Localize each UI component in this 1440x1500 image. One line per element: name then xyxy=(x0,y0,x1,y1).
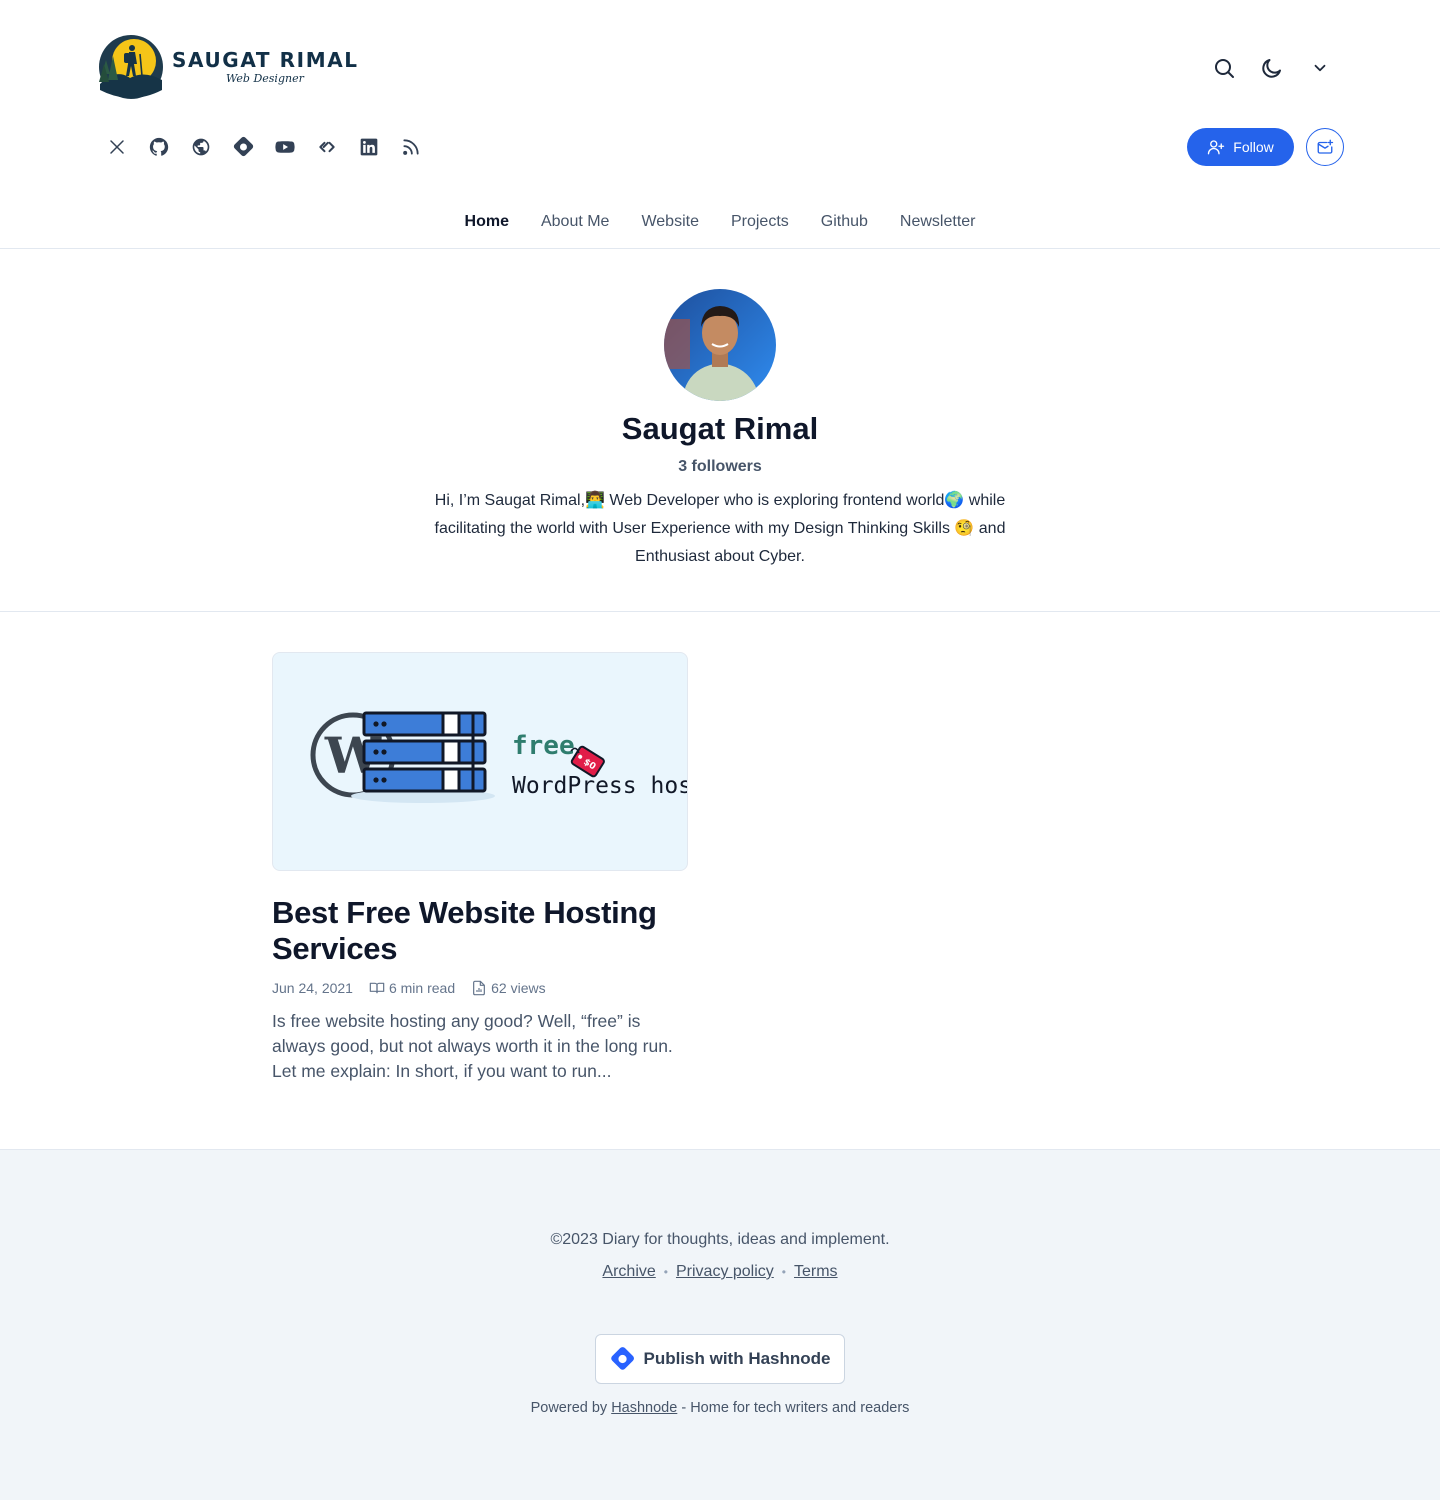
nav-item-about-me[interactable]: About Me xyxy=(541,206,609,238)
archive-link[interactable]: Archive xyxy=(602,1263,655,1281)
youtube-link[interactable] xyxy=(264,126,306,168)
hashnode-icon xyxy=(611,1347,635,1370)
globe-icon xyxy=(192,138,210,156)
powered-prefix: Powered by xyxy=(530,1400,608,1416)
author-profile: Saugat Rimal 3 followers Hi, I’m Saugat … xyxy=(0,249,1440,612)
blog-header: SAUGAT RIMAL Web Designer Follow Home Ab… xyxy=(0,0,1440,249)
theme-toggle-button[interactable] xyxy=(1256,48,1288,88)
blog-logo[interactable]: SAUGAT RIMAL Web Designer xyxy=(96,34,359,100)
terms-link[interactable]: Terms xyxy=(794,1263,838,1281)
newsletter-subscribe-button[interactable] xyxy=(1306,128,1344,166)
nav-item-projects[interactable]: Projects xyxy=(731,206,789,238)
mail-plus-icon xyxy=(1317,139,1334,154)
avatar[interactable] xyxy=(664,289,776,401)
hiker-logo-icon xyxy=(99,35,163,99)
linkedin-link[interactable] xyxy=(348,126,390,168)
nav-item-newsletter[interactable]: Newsletter xyxy=(900,206,976,238)
privacy-policy-link[interactable]: Privacy policy xyxy=(676,1263,774,1281)
logo-subtitle: Web Designer xyxy=(226,72,304,85)
follow-actions: Follow xyxy=(1187,128,1344,166)
rss-icon xyxy=(403,139,419,155)
x-twitter-icon xyxy=(110,140,124,154)
footer: ©2023 Diary for thoughts, ideas and impl… xyxy=(0,1150,1440,1500)
account-menu-button[interactable] xyxy=(1304,48,1336,88)
twitter-link[interactable] xyxy=(96,126,138,168)
logo-title: SAUGAT RIMAL xyxy=(172,48,359,72)
hashnode-icon xyxy=(233,136,254,157)
separator-dot: • xyxy=(663,1265,668,1279)
publish-with-hashnode-button[interactable]: Publish with Hashnode xyxy=(595,1334,845,1384)
book-open-icon xyxy=(369,982,385,994)
moon-icon xyxy=(1262,59,1281,78)
linkedin-icon xyxy=(360,138,378,156)
social-links xyxy=(96,126,432,168)
youtube-icon xyxy=(275,141,295,153)
read-time: 6 min read xyxy=(369,980,455,996)
post-cover-image[interactable]: W free WordPress hos $0 xyxy=(272,652,688,871)
hashnode-link[interactable] xyxy=(222,126,264,168)
footer-links: Archive • Privacy policy • Terms xyxy=(0,1263,1440,1281)
powered-suffix: - Home for tech writers and readers xyxy=(681,1400,910,1416)
follow-label: Follow xyxy=(1233,139,1274,155)
view-count: 62 views xyxy=(471,980,546,996)
nav-item-website[interactable]: Website xyxy=(641,206,699,238)
followers-count[interactable]: 3 followers xyxy=(0,458,1440,476)
main-nav: Home About Me Website Projects Github Ne… xyxy=(0,206,1440,238)
chevron-down-icon xyxy=(1314,64,1326,72)
dailydev-link[interactable] xyxy=(306,126,348,168)
github-icon xyxy=(149,137,169,156)
github-link[interactable] xyxy=(138,126,180,168)
post-date: Jun 24, 2021 xyxy=(272,980,353,996)
wordpress-hosting-illustration: W free WordPress hos $0 xyxy=(310,711,688,803)
nav-item-home[interactable]: Home xyxy=(465,206,509,238)
website-link[interactable] xyxy=(180,126,222,168)
author-name: Saugat Rimal xyxy=(621,411,819,446)
post-list: W free WordPress hos $0 Best Free Websit… xyxy=(0,612,1440,1150)
view-count-label: 62 views xyxy=(491,980,546,996)
rss-link[interactable] xyxy=(390,126,432,168)
user-plus-icon xyxy=(1208,140,1225,155)
publish-label: Publish with Hashnode xyxy=(643,1349,831,1368)
nav-item-github[interactable]: Github xyxy=(821,206,868,238)
separator-dot: • xyxy=(781,1265,786,1279)
post-meta: Jun 24, 2021 6 min read 62 views xyxy=(272,980,546,996)
powered-by: Powered by Hashnode - Home for tech writ… xyxy=(0,1400,1440,1416)
post-excerpt[interactable]: Is free website hosting any good? Well, … xyxy=(272,1009,692,1084)
file-chart-icon xyxy=(473,980,486,996)
search-icon xyxy=(1215,59,1234,78)
copyright: ©2023 Diary for thoughts, ideas and impl… xyxy=(550,1231,890,1248)
author-bio: Hi, I’m Saugat Rimal,👨‍💻 Web Developer w… xyxy=(434,492,1006,565)
dailydev-icon xyxy=(319,141,335,153)
hashnode-link[interactable]: Hashnode xyxy=(611,1400,677,1416)
read-time-label: 6 min read xyxy=(388,980,456,996)
cover-word-hosting: WordPress hos xyxy=(512,773,688,799)
search-button[interactable] xyxy=(1208,48,1240,88)
follow-button[interactable]: Follow xyxy=(1187,128,1294,166)
cover-word-free: free xyxy=(512,731,575,761)
avatar-photo-icon xyxy=(664,289,776,401)
post-title[interactable]: Best Free Website Hosting Services xyxy=(272,895,692,967)
header-actions xyxy=(1208,48,1336,88)
